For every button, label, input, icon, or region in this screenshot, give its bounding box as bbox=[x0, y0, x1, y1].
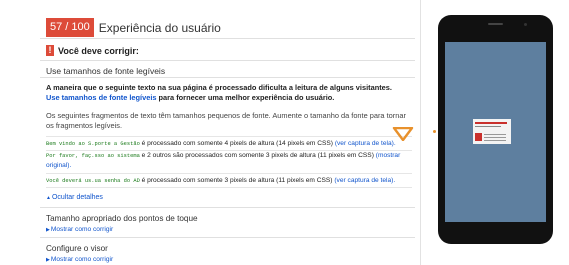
view-screenshot-link[interactable]: (ver captura de tela). bbox=[334, 177, 395, 184]
caret-right-icon: ▶ bbox=[46, 227, 50, 233]
rule-description-text: A maneira que o seguinte texto na sua pá… bbox=[46, 83, 392, 92]
fragment-code: Você deverá us.ua senha do AD bbox=[46, 178, 140, 184]
fragment-row: Por favor, faç.sso ao sistema e 2 outros… bbox=[46, 150, 412, 173]
phone-speaker bbox=[488, 23, 503, 25]
rule-title: Use tamanhos de fonte legíveis bbox=[46, 66, 166, 76]
caret-right-icon: ▶ bbox=[46, 257, 50, 263]
section-title-viewport: Configure o visor bbox=[46, 244, 108, 253]
page-thumbnail bbox=[473, 119, 511, 144]
fragment-code: Por favor, faç.sso ao sistema bbox=[46, 153, 140, 159]
score-header: 57 / 100 Experiência do usuário bbox=[46, 18, 221, 37]
phone-screen bbox=[445, 42, 546, 222]
hide-details-label: Ocultar detalhes bbox=[51, 194, 103, 201]
show-fix-label: Mostrar como corrigir bbox=[50, 226, 114, 233]
score-title: Experiência do usuário bbox=[98, 20, 221, 35]
fragment-code: Bem vindo ao S.porte a Gestão bbox=[46, 141, 140, 147]
legible-font-link[interactable]: Use tamanhos de fonte legíveis bbox=[46, 93, 156, 102]
must-fix-header: ! Você deve corrigir: bbox=[46, 45, 139, 56]
score-badge: 57 / 100 bbox=[46, 18, 94, 37]
thumbnail-logo bbox=[475, 133, 482, 141]
show-fix-link[interactable]: ▶Mostrar como corrigir bbox=[46, 256, 113, 263]
must-fix-label: Você deve corrigir: bbox=[58, 45, 139, 56]
view-screenshot-link[interactable]: (ver captura de tela). bbox=[335, 140, 396, 147]
section-title-tap-targets: Tamanho apropriado dos pontos de toque bbox=[46, 214, 198, 223]
fragment-row: Bem vindo ao S.porte a Gestão é processa… bbox=[46, 136, 412, 150]
phone-camera bbox=[524, 23, 527, 26]
phone-preview bbox=[438, 15, 553, 244]
rule-description: A maneira que o seguinte texto na sua pá… bbox=[46, 83, 406, 103]
fragment-text: é processado com somente 4 pixels de alt… bbox=[141, 140, 333, 147]
divider bbox=[40, 38, 415, 39]
show-fix-link[interactable]: ▶Mostrar como corrigir bbox=[46, 226, 113, 233]
thumbnail-text-line bbox=[484, 140, 506, 141]
hide-details-link[interactable]: ▲Ocultar detalhes bbox=[46, 194, 103, 201]
fragment-row: Você deverá us.ua senha do AD é processa… bbox=[46, 173, 412, 188]
divider bbox=[40, 237, 415, 238]
thumbnail-text-line bbox=[484, 134, 506, 135]
fragments-intro: Os seguintes fragmentos de texto têm tam… bbox=[46, 111, 406, 130]
highlight-arrow-icon bbox=[392, 127, 414, 141]
divider bbox=[40, 207, 415, 208]
results-panel: 57 / 100 Experiência do usuário ! Você d… bbox=[40, 0, 415, 265]
divider bbox=[40, 60, 415, 61]
rule-description-tail: para fornecer uma melhor experiência do … bbox=[158, 93, 335, 102]
highlight-dot bbox=[433, 130, 436, 133]
panel-divider bbox=[420, 0, 421, 265]
thumbnail-subheader bbox=[475, 126, 501, 127]
exclamation-icon: ! bbox=[46, 45, 54, 56]
caret-up-icon: ▲ bbox=[46, 195, 51, 201]
thumbnail-text-line bbox=[484, 137, 506, 138]
fragment-text: e 2 outros são processados com somente 3… bbox=[141, 152, 374, 159]
fragment-text: é processado com somente 3 pixels de alt… bbox=[141, 177, 333, 184]
divider bbox=[40, 77, 415, 78]
thumbnail-header bbox=[475, 122, 507, 124]
show-fix-label: Mostrar como corrigir bbox=[50, 256, 114, 263]
